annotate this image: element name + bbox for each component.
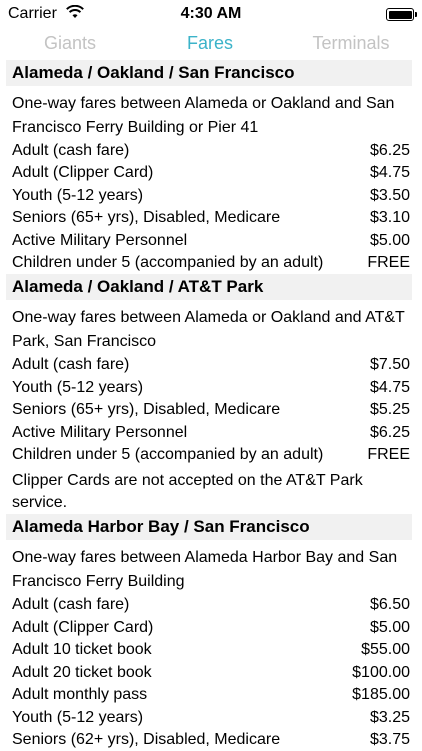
tab-giants[interactable]: Giants: [10, 33, 130, 54]
fare-row: Children under 5 (accompanied by an adul…: [0, 444, 422, 466]
fares-list[interactable]: Alameda / Oakland / San Francisco One-wa…: [0, 60, 422, 751]
fare-label: Youth (5-12 years): [12, 708, 144, 726]
fare-value: $4.75: [369, 378, 410, 396]
fare-value: $6.50: [369, 596, 410, 614]
fare-label: Seniors (62+ yrs), Disabled, Medicare: [12, 730, 281, 748]
tab-terminals[interactable]: Terminals: [290, 33, 412, 54]
fare-value: $7.50: [369, 356, 410, 374]
section-header: Alameda Harbor Bay / San Francisco: [6, 514, 412, 541]
fare-value: $100.00: [352, 663, 410, 681]
fare-label: Children under 5 (accompanied by an adul…: [12, 446, 324, 464]
section-description: One-way fares between Alameda or Oakland…: [12, 309, 405, 351]
tab-fares[interactable]: Fares: [150, 33, 270, 54]
clock: 4:30 AM: [180, 5, 242, 22]
fare-label: Active Military Personnel: [12, 231, 188, 249]
fare-label: Adult (cash fare): [12, 596, 130, 614]
fare-row: Adult 20 ticket book $100.00: [0, 662, 422, 684]
fare-value: $5.00: [369, 231, 410, 249]
fare-value: $5.25: [369, 401, 410, 419]
fare-row: Adult 10 ticket book $55.00: [0, 639, 422, 661]
section-note: Clipper Cards are not accepted on the AT…: [12, 472, 363, 512]
fare-row: Seniors (62+ yrs), Disabled, Medicare $3.…: [0, 729, 422, 751]
fare-value: FREE: [367, 446, 410, 464]
fare-label: Adult (Clipper Card): [12, 618, 154, 636]
battery-icon: [386, 8, 417, 21]
fare-label: Adult (Clipper Card): [12, 164, 154, 182]
fare-row: Adult (cash fare) $6.50: [0, 594, 422, 616]
fare-row: Adult (Clipper Card) $4.75: [0, 162, 422, 184]
fare-row: Children under 5 (accompanied by an adul…: [0, 252, 422, 274]
tab-bar: Giants Fares Terminals: [0, 31, 422, 59]
fare-value: $4.75: [369, 164, 410, 182]
fare-row: Youth (5-12 years) $3.25: [0, 707, 422, 729]
fare-row: Adult monthly pass $185.00: [0, 684, 422, 706]
fare-label: Seniors (65+ yrs), Disabled, Medicare: [12, 401, 281, 419]
fare-label: Youth (5-12 years): [12, 378, 144, 396]
fare-label: Adult 10 ticket book: [12, 641, 152, 659]
fare-value: $5.00: [369, 618, 410, 636]
fare-label: Active Military Personnel: [12, 423, 188, 441]
fare-row: Adult (Clipper Card) $5.00: [0, 617, 422, 639]
fare-value: $3.75: [369, 730, 410, 748]
fare-row: Active Military Personnel $5.00: [0, 230, 422, 252]
fare-value: $6.25: [369, 423, 410, 441]
fare-row: Seniors (65+ yrs), Disabled, Medicare $5.…: [0, 399, 422, 421]
fare-label: Adult (cash fare): [12, 142, 130, 159]
fare-label: Adult monthly pass: [12, 686, 148, 704]
fare-label: Seniors (65+ yrs), Disabled, Medicare: [12, 209, 281, 227]
status-bar: Carrier 4:30 AM: [0, 0, 422, 30]
section-description: One-way fares between Alameda Harbor Bay…: [12, 549, 398, 591]
fare-value: $55.00: [361, 641, 410, 659]
fare-row: Adult (cash fare) $7.50: [0, 354, 422, 376]
fare-row: Seniors (65+ yrs), Disabled, Medicare $3.…: [0, 207, 422, 229]
fare-row: Youth (5-12 years) $4.75: [0, 377, 422, 399]
fare-row: Active Military Personnel $6.25: [0, 422, 422, 444]
fare-value: FREE: [367, 254, 410, 272]
fare-label: Youth (5-12 years): [12, 186, 144, 204]
section-header: Alameda / Oakland / San Francisco: [6, 60, 412, 86]
fare-value: $3.25: [369, 708, 410, 726]
fare-label: Children under 5 (accompanied by an adul…: [12, 254, 324, 272]
fare-value: $185.00: [352, 686, 410, 704]
fare-label: Adult 20 ticket book: [12, 663, 152, 681]
fare-value: $6.25: [369, 142, 410, 159]
fare-row: Adult (cash fare) $6.25: [0, 140, 422, 162]
fare-label: Adult (cash fare): [12, 356, 130, 374]
fare-value: $3.10: [369, 209, 410, 227]
fare-value: $3.50: [369, 186, 410, 204]
section-description: One-way fares between Alameda or Oakland…: [12, 95, 395, 136]
fare-row: Youth (5-12 years) $3.50: [0, 185, 422, 207]
section-header: Alameda / Oakland / AT&T Park: [6, 274, 412, 301]
